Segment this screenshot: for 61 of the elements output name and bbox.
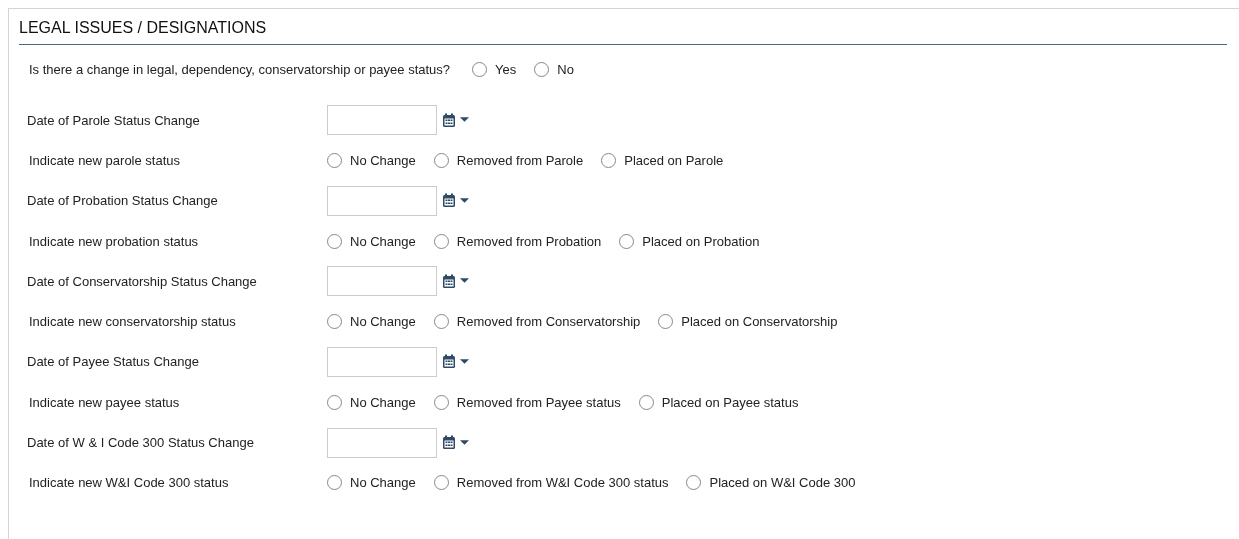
- radio-option[interactable]: Placed on Parole: [601, 152, 724, 168]
- caret-icon[interactable]: [460, 197, 469, 204]
- radio-icon[interactable]: [327, 394, 342, 410]
- calendar-icon[interactable]: [442, 112, 456, 128]
- radio-option[interactable]: Placed on Probation: [619, 233, 760, 249]
- radio-icon[interactable]: [327, 475, 342, 491]
- section-title: LEGAL ISSUES / DESIGNATIONS: [19, 19, 267, 36]
- field-label: Date of Conservatorship Status Change: [26, 273, 258, 289]
- field-label: Indicate new payee status: [28, 394, 181, 410]
- radio-icon[interactable]: [433, 475, 449, 491]
- radio-icon[interactable]: [601, 152, 617, 168]
- date-field[interactable]: [327, 185, 437, 216]
- radio-option[interactable]: No Change: [327, 475, 416, 491]
- radio-icon[interactable]: [433, 152, 449, 168]
- caret-icon[interactable]: [460, 278, 469, 285]
- field-label: Indicate new conservatorship status: [28, 314, 237, 330]
- radio-icon[interactable]: [433, 233, 449, 249]
- field-label: Indicate new parole status: [28, 152, 182, 168]
- radio-option[interactable]: No Change: [327, 314, 416, 330]
- radio-option[interactable]: Removed from W&I Code 300 status: [433, 475, 669, 491]
- caret-icon[interactable]: [460, 117, 469, 124]
- radio-option[interactable]: Removed from Parole: [433, 152, 584, 168]
- radio-icon[interactable]: [327, 314, 342, 330]
- radio-option[interactable]: No Change: [327, 394, 416, 410]
- radio-icon[interactable]: [472, 61, 488, 77]
- calendar-icon[interactable]: [442, 435, 456, 450]
- radio-icon[interactable]: [686, 475, 702, 491]
- radio-icon[interactable]: [658, 314, 674, 330]
- calendar-icon[interactable]: [442, 273, 456, 289]
- date-field[interactable]: [327, 105, 437, 136]
- calendar-icon[interactable]: [442, 354, 456, 370]
- field-label: Date of Probation Status Change: [26, 193, 219, 209]
- field-label: Date of Payee Status Change: [26, 354, 200, 370]
- field-label: Indicate new probation status: [28, 233, 200, 249]
- radio-icon[interactable]: [433, 394, 449, 410]
- radio-option[interactable]: No: [534, 61, 574, 77]
- radio-option[interactable]: Yes: [472, 61, 517, 77]
- radio-option[interactable]: No Change: [327, 152, 416, 168]
- date-field[interactable]: [327, 427, 437, 458]
- caret-icon[interactable]: [460, 439, 469, 446]
- radio-icon[interactable]: [534, 61, 550, 77]
- radio-option[interactable]: Removed from Conservatorship: [433, 314, 641, 330]
- radio-option[interactable]: Placed on Payee status: [638, 394, 799, 410]
- radio-option[interactable]: Placed on W&I Code 300: [686, 475, 856, 491]
- radio-icon[interactable]: [619, 233, 635, 249]
- radio-icon[interactable]: [327, 152, 342, 168]
- radio-option[interactable]: No Change: [327, 233, 416, 249]
- field-label: Indicate new W&I Code 300 status: [28, 475, 230, 491]
- radio-option[interactable]: Removed from Payee status: [433, 394, 621, 410]
- question-label: Is there a change in legal, dependency, conservatorship or payee status?: [29, 61, 451, 77]
- date-field[interactable]: [327, 346, 437, 377]
- field-label: Date of Parole Status Change: [26, 112, 201, 128]
- radio-icon[interactable]: [638, 394, 654, 410]
- calendar-icon[interactable]: [442, 193, 456, 209]
- date-field[interactable]: [327, 266, 437, 297]
- radio-icon[interactable]: [433, 314, 449, 330]
- radio-option[interactable]: Removed from Probation: [433, 233, 602, 249]
- radio-option[interactable]: Placed on Conservatorship: [658, 314, 838, 330]
- caret-icon[interactable]: [460, 358, 469, 365]
- field-label: Date of W & I Code 300 Status Change: [26, 435, 255, 450]
- radio-icon[interactable]: [327, 233, 342, 249]
